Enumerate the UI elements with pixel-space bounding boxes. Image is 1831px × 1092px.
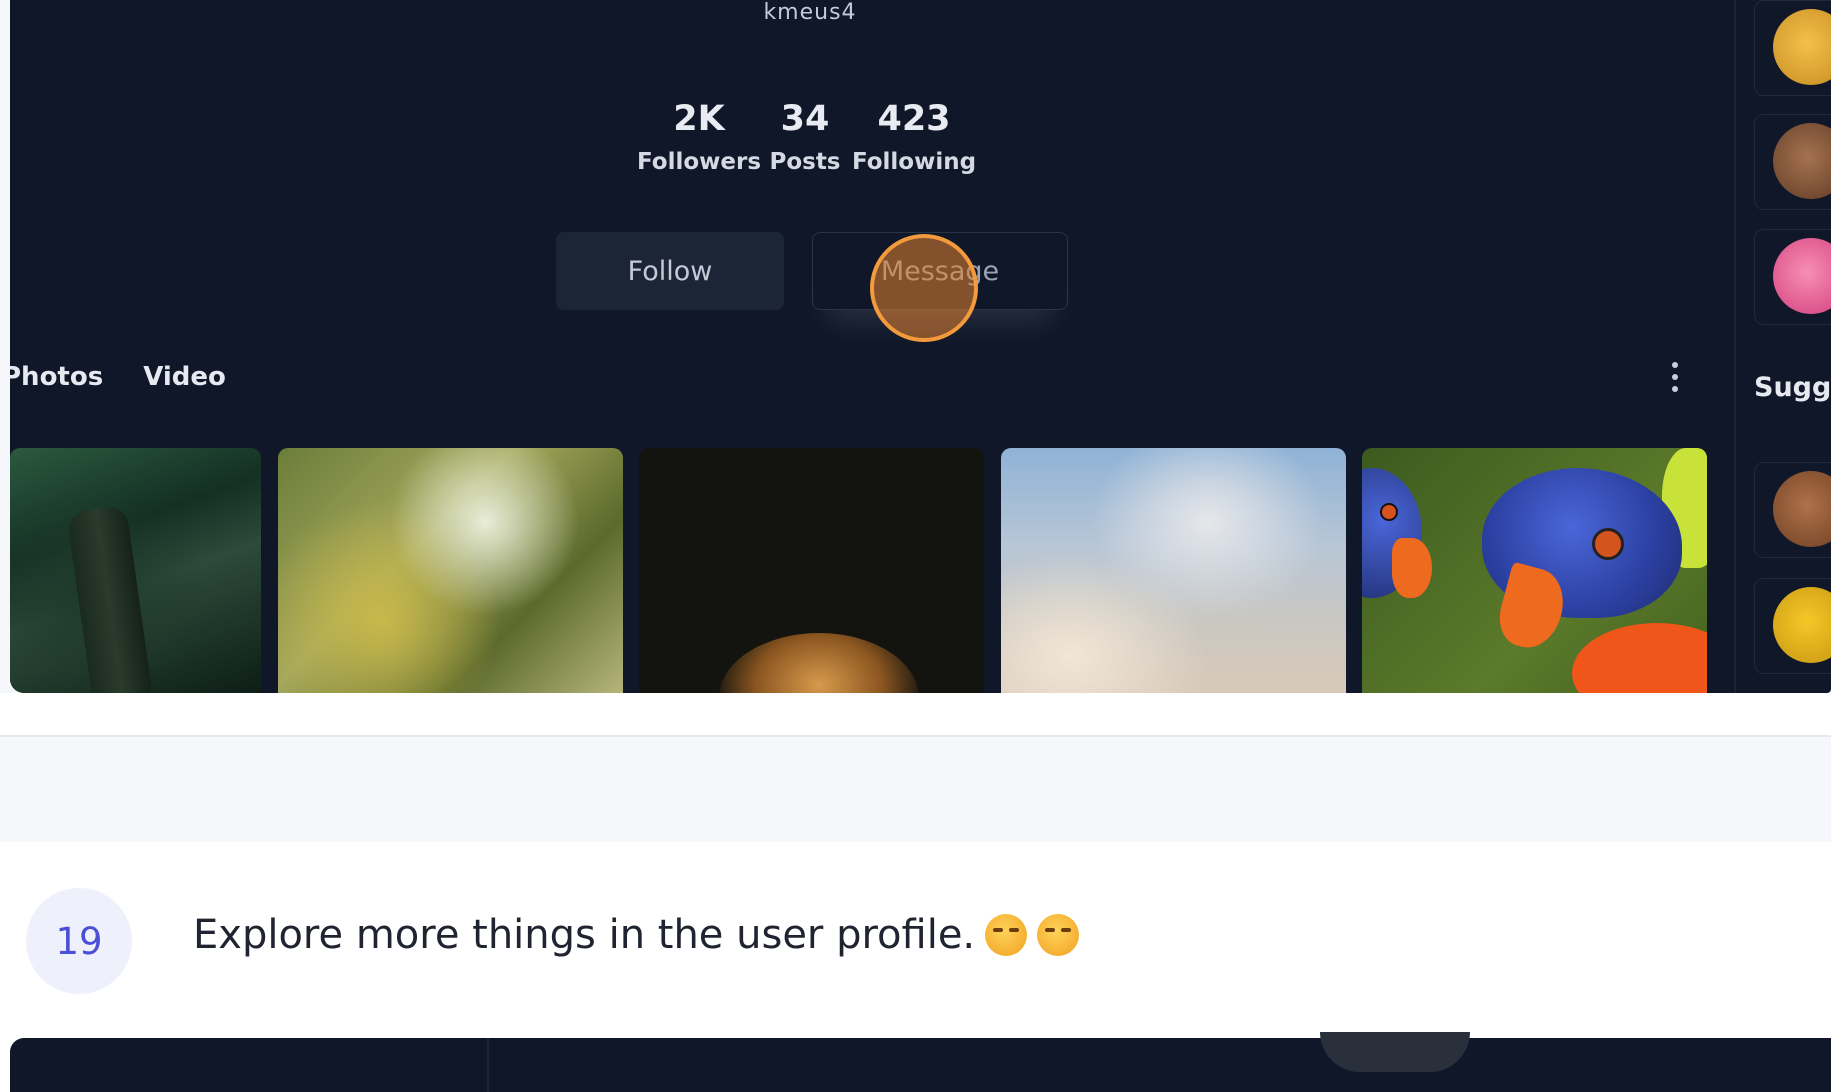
avatar bbox=[1773, 471, 1831, 547]
stat-followers[interactable]: 2K Followers bbox=[632, 100, 766, 175]
click-indicator bbox=[870, 234, 978, 342]
suggestions-sidebar: Sugge bbox=[1734, 0, 1831, 693]
photo-thumbnail[interactable] bbox=[1001, 448, 1346, 693]
sidebar-avatar-item[interactable] bbox=[1754, 578, 1831, 674]
stat-following[interactable]: 423 Following bbox=[850, 100, 978, 175]
sidebar-avatar-item[interactable] bbox=[1754, 462, 1831, 558]
stat-label: Followers bbox=[636, 148, 762, 175]
photo-thumbnail[interactable] bbox=[639, 448, 984, 693]
step-number-badge: 19 bbox=[26, 888, 132, 994]
card-footer bbox=[0, 693, 1831, 737]
photo-thumbnail[interactable] bbox=[278, 448, 623, 693]
tab-photos[interactable]: Photos bbox=[10, 362, 103, 392]
divider bbox=[487, 1038, 489, 1092]
stat-label: Posts bbox=[769, 148, 841, 175]
follow-button[interactable]: Follow bbox=[556, 232, 784, 310]
photo-thumbnail[interactable] bbox=[1362, 448, 1707, 693]
avatar bbox=[1773, 9, 1831, 85]
more-options-icon[interactable] bbox=[1670, 362, 1680, 400]
step-text: Explore more things in the user profile. bbox=[193, 912, 976, 958]
suggestions-heading: Sugge bbox=[1754, 372, 1831, 403]
stat-posts[interactable]: 34 Posts bbox=[766, 100, 844, 175]
stat-value: 423 bbox=[877, 99, 951, 139]
profile-card: kmeus4 2K Followers 34 Posts 423 Followi… bbox=[10, 0, 1831, 693]
tab-video[interactable]: Video bbox=[143, 362, 226, 392]
stat-value: 34 bbox=[780, 99, 830, 139]
avatar bbox=[1320, 1032, 1470, 1072]
sidebar-avatar-item[interactable] bbox=[1754, 114, 1831, 210]
profile-tabs: Photos Video bbox=[10, 362, 226, 392]
sidebar-avatar-item[interactable] bbox=[1754, 229, 1831, 325]
avatar bbox=[1773, 123, 1831, 199]
smirk-emoji-icon bbox=[1037, 914, 1080, 956]
step-instruction: Explore more things in the user profile. bbox=[193, 912, 1080, 958]
stat-label: Following bbox=[851, 148, 977, 175]
sidebar-avatar-item[interactable] bbox=[1754, 0, 1831, 96]
profile-username: kmeus4 bbox=[763, 0, 857, 25]
stat-value: 2K bbox=[673, 99, 725, 139]
avatar bbox=[1773, 238, 1831, 314]
profile-stats: 2K Followers 34 Posts 423 Following bbox=[632, 100, 978, 175]
next-screenshot-preview bbox=[10, 1032, 1831, 1092]
photo-thumbnail[interactable] bbox=[10, 448, 261, 693]
photo-grid bbox=[10, 448, 1710, 693]
profile-main: kmeus4 2K Followers 34 Posts 423 Followi… bbox=[10, 0, 1720, 693]
avatar bbox=[1773, 587, 1831, 663]
smirk-emoji-icon bbox=[985, 914, 1028, 956]
